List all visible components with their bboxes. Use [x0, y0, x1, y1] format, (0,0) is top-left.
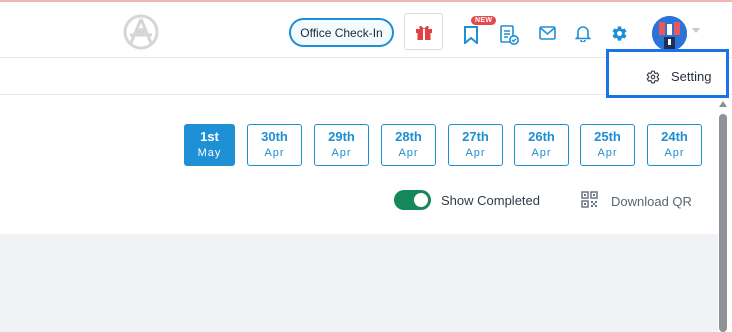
scroll-up-arrow[interactable] [719, 101, 727, 107]
chevron-down-icon[interactable] [692, 28, 700, 33]
tasks-button[interactable] [499, 24, 519, 46]
task-list-icon [500, 25, 519, 45]
date-month: May [197, 147, 222, 159]
qr-code-icon[interactable] [581, 191, 598, 208]
date-day: 28th [395, 129, 422, 144]
date-pill[interactable]: 29th Apr [314, 124, 369, 166]
date-day: 24th [661, 129, 688, 144]
date-month: Apr [331, 147, 352, 159]
date-pill[interactable]: 24th Apr [647, 124, 702, 166]
gift-button[interactable] [404, 13, 443, 50]
date-pill[interactable]: 25th Apr [580, 124, 635, 166]
gift-icon [415, 25, 432, 40]
date-month: Apr [264, 147, 285, 159]
mail-button[interactable] [538, 25, 556, 41]
notifications-button[interactable] [574, 23, 592, 42]
show-completed-label: Show Completed [441, 193, 540, 208]
scrollbar-thumb[interactable] [719, 114, 727, 332]
date-pill[interactable]: 26th Apr [514, 124, 569, 166]
page: Office Check-In NEW Setting 1st May 30th… [0, 0, 732, 332]
setting-menu-item[interactable]: Setting [606, 49, 729, 98]
date-day: 25th [594, 129, 621, 144]
download-qr-button[interactable]: Download QR [611, 194, 692, 209]
date-month: Apr [465, 147, 486, 159]
show-completed-toggle[interactable] [394, 190, 431, 210]
office-checkin-button[interactable]: Office Check-In [289, 18, 394, 47]
date-pill[interactable]: 30th Apr [247, 124, 302, 166]
bell-icon [575, 25, 591, 42]
date-day: 27th [462, 129, 489, 144]
date-day: 29th [328, 129, 355, 144]
date-month: Apr [398, 147, 419, 159]
settings-button[interactable] [610, 24, 628, 42]
new-badge: NEW [471, 16, 497, 25]
content-panel [0, 234, 718, 332]
date-month: Apr [664, 147, 685, 159]
date-pill[interactable]: 1st May [184, 124, 235, 166]
date-day: 30th [261, 129, 288, 144]
announcements-button[interactable] [462, 25, 480, 45]
date-month: Apr [597, 147, 618, 159]
toggle-knob [414, 193, 428, 207]
logo-icon[interactable] [122, 13, 160, 51]
date-pill[interactable]: 28th Apr [381, 124, 436, 166]
date-pill[interactable]: 27th Apr [448, 124, 503, 166]
setting-label: Setting [671, 69, 712, 84]
bookmark-icon [464, 26, 478, 44]
date-day: 1st [200, 129, 219, 144]
mail-icon [538, 26, 556, 40]
gear-icon [612, 25, 626, 41]
date-day: 26th [528, 129, 555, 144]
gear-icon [646, 70, 660, 84]
avatar[interactable] [652, 16, 687, 51]
date-month: Apr [531, 147, 552, 159]
avatar-image [652, 16, 687, 51]
